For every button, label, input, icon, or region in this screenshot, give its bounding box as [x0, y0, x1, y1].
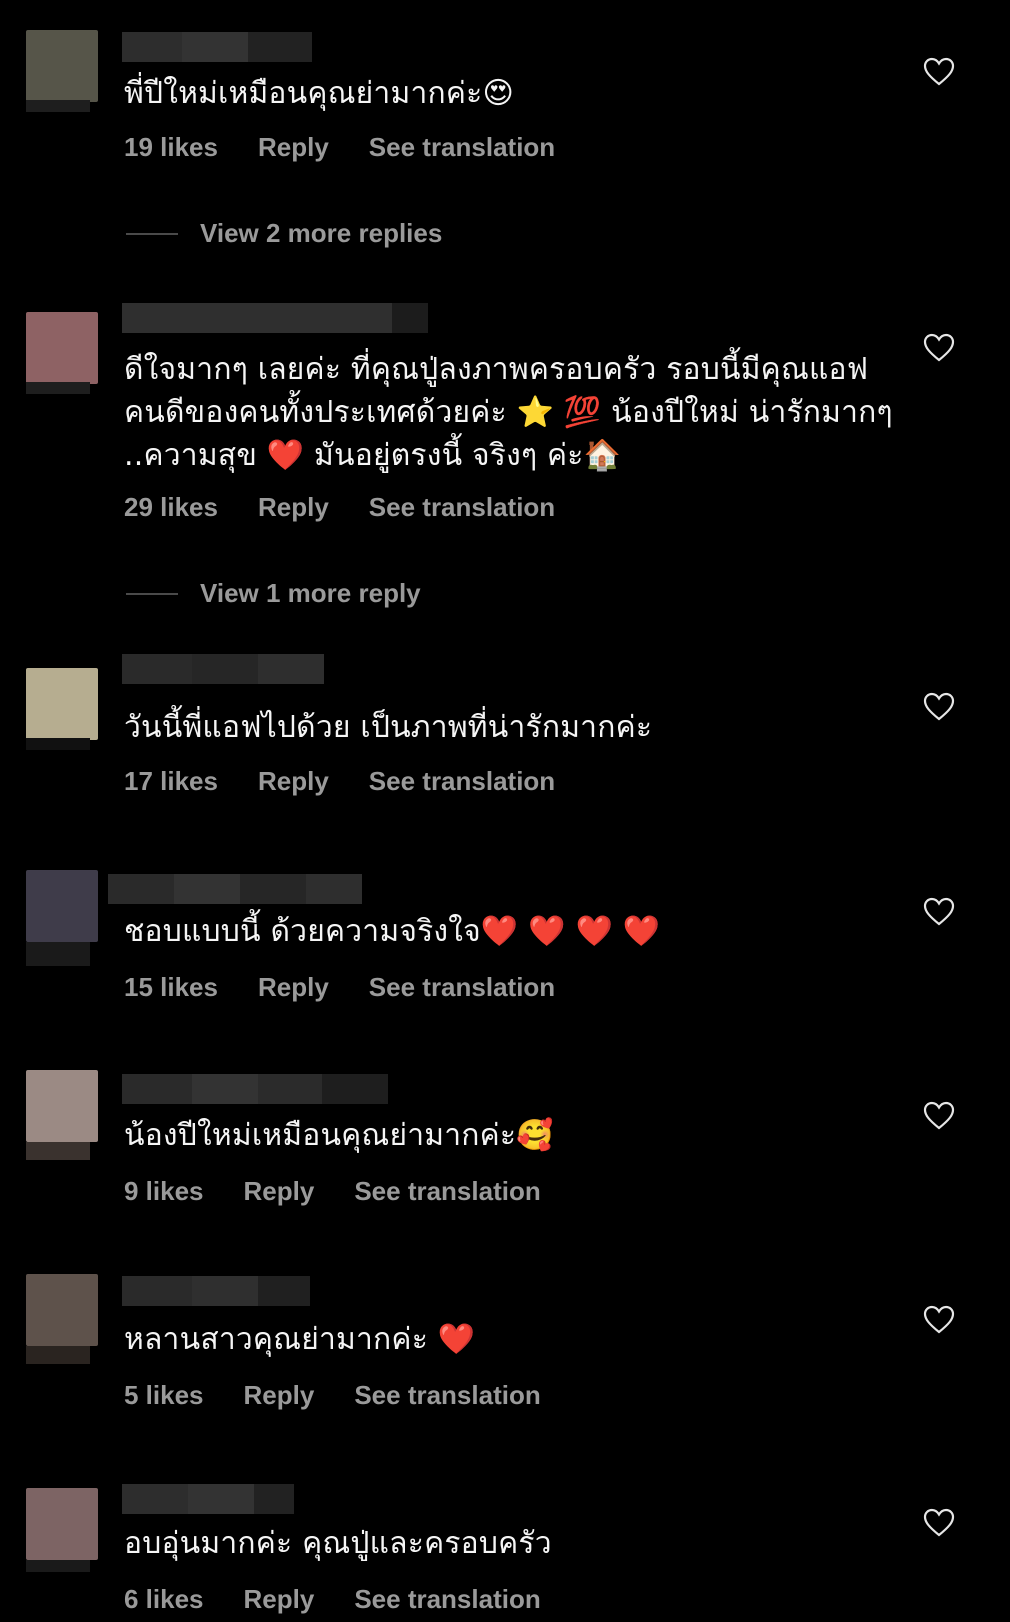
username-block: [122, 1484, 188, 1514]
avatar-shadow: [26, 1142, 90, 1160]
avatar[interactable]: [26, 1488, 98, 1572]
comment-meta: 9 likes Reply See translation: [124, 1176, 541, 1207]
heart-outline-icon[interactable]: [923, 692, 955, 722]
avatar[interactable]: [26, 30, 98, 112]
avatar-shadow: [26, 1560, 90, 1572]
username-block: [122, 32, 182, 62]
reply-button[interactable]: Reply: [258, 132, 329, 163]
comment-meta: 5 likes Reply See translation: [124, 1380, 541, 1411]
username-block: [258, 1276, 310, 1306]
username-block: [182, 32, 248, 62]
view-more-replies[interactable]: View 1 more reply: [126, 578, 421, 609]
heart-outline-icon[interactable]: [923, 1305, 955, 1335]
heart-outline-icon[interactable]: [923, 333, 955, 363]
view-more-label[interactable]: View 2 more replies: [200, 218, 442, 249]
comment-text: ชอบแบบนี้ ด้วยความจริงใจ❤️ ❤️ ❤️ ❤️: [124, 914, 661, 949]
reply-button[interactable]: Reply: [258, 972, 329, 1003]
likes-count[interactable]: 5 likes: [124, 1380, 204, 1411]
see-translation-button[interactable]: See translation: [354, 1584, 540, 1615]
username-block: [122, 303, 392, 333]
comment-meta: 19 likes Reply See translation: [124, 132, 555, 163]
avatar[interactable]: [26, 312, 98, 394]
comment-text: น้องปีใหม่เหมือนคุณย่ามากค่ะ🥰: [124, 1118, 554, 1153]
likes-count[interactable]: 17 likes: [124, 766, 218, 797]
avatar[interactable]: [26, 1274, 98, 1364]
username-block: [258, 654, 324, 684]
avatar[interactable]: [26, 1070, 98, 1160]
likes-count[interactable]: 19 likes: [124, 132, 218, 163]
username-block: [174, 874, 240, 904]
avatar[interactable]: [26, 668, 98, 750]
avatar-shadow: [26, 942, 90, 966]
comment-text: อบอุ่นมากค่ะ คุณปู่และครอบครัว: [124, 1526, 552, 1561]
likes-count[interactable]: 6 likes: [124, 1584, 204, 1615]
comment-meta: 6 likes Reply See translation: [124, 1584, 541, 1615]
username-block: [108, 874, 174, 904]
username-block: [248, 32, 312, 62]
username-block: [122, 654, 192, 684]
username-block: [188, 1484, 254, 1514]
see-translation-button[interactable]: See translation: [369, 972, 555, 1003]
heart-outline-icon[interactable]: [923, 1101, 955, 1131]
thread-line: [126, 592, 178, 595]
username-blurred[interactable]: [122, 303, 428, 333]
username-block: [254, 1484, 294, 1514]
reply-button[interactable]: Reply: [258, 766, 329, 797]
username-block: [192, 1276, 258, 1306]
username-block: [322, 1074, 388, 1104]
username-block: [122, 1276, 192, 1306]
likes-count[interactable]: 29 likes: [124, 492, 218, 523]
comment-meta: 29 likes Reply See translation: [124, 492, 555, 523]
comment-text: พี่ปีใหม่เหมือนคุณย่ามากค่ะ😍: [124, 76, 514, 111]
username-block: [192, 1074, 258, 1104]
heart-outline-icon[interactable]: [923, 1508, 955, 1538]
username-block: [258, 1074, 322, 1104]
username-blurred[interactable]: [122, 1276, 310, 1306]
reply-button[interactable]: Reply: [244, 1584, 315, 1615]
avatar-shadow: [26, 100, 90, 112]
username-blurred[interactable]: [122, 1484, 294, 1514]
see-translation-button[interactable]: See translation: [369, 132, 555, 163]
likes-count[interactable]: 15 likes: [124, 972, 218, 1003]
see-translation-button[interactable]: See translation: [354, 1380, 540, 1411]
see-translation-button[interactable]: See translation: [369, 766, 555, 797]
view-more-replies[interactable]: View 2 more replies: [126, 218, 442, 249]
view-more-label[interactable]: View 1 more reply: [200, 578, 421, 609]
thread-line: [126, 232, 178, 235]
username-blurred[interactable]: [108, 874, 362, 904]
comment-meta: 15 likes Reply See translation: [124, 972, 555, 1003]
heart-outline-icon[interactable]: [923, 57, 955, 87]
username-block: [192, 654, 258, 684]
username-block: [240, 874, 306, 904]
username-block: [122, 1074, 192, 1104]
see-translation-button[interactable]: See translation: [354, 1176, 540, 1207]
reply-button[interactable]: Reply: [244, 1380, 315, 1411]
comment-meta: 17 likes Reply See translation: [124, 766, 555, 797]
username-block: [392, 303, 428, 333]
reply-button[interactable]: Reply: [258, 492, 329, 523]
avatar-shadow: [26, 382, 90, 394]
comment-text: วันนี้พี่แอฟไปด้วย เป็นภาพที่น่ารักมากค่…: [124, 710, 653, 745]
username-blurred[interactable]: [122, 654, 324, 684]
likes-count[interactable]: 9 likes: [124, 1176, 204, 1207]
heart-outline-icon[interactable]: [923, 897, 955, 927]
comment-text: ดีใจมากๆ เลยค่ะ ที่คุณปู่ลงภาพครอบครัว ร…: [124, 352, 893, 473]
avatar-shadow: [26, 1346, 90, 1364]
comment-text: หลานสาวคุณย่ามากค่ะ ❤️: [124, 1322, 476, 1357]
reply-button[interactable]: Reply: [244, 1176, 315, 1207]
username-blurred[interactable]: [122, 1074, 388, 1104]
see-translation-button[interactable]: See translation: [369, 492, 555, 523]
username-blurred[interactable]: [122, 32, 312, 62]
avatar-shadow: [26, 738, 90, 750]
avatar[interactable]: [26, 870, 98, 966]
username-block: [306, 874, 362, 904]
